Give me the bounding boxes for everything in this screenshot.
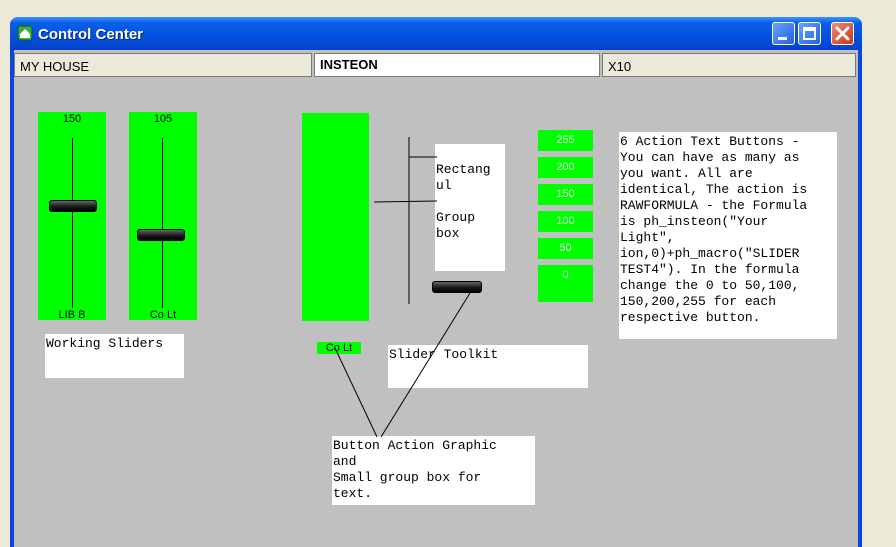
client-area: MY HOUSE INSTEON X10 150 LIB B 105 Co Lt… xyxy=(14,50,858,547)
action-button-255[interactable]: 255 xyxy=(538,130,593,151)
title-bar[interactable]: Control Center xyxy=(10,17,862,50)
action-button-0[interactable]: 0 xyxy=(538,265,593,302)
house-icon xyxy=(17,25,33,41)
maximize-button[interactable] xyxy=(798,22,821,45)
note-action-text: 6 Action Text Buttons - You can have as … xyxy=(619,132,837,339)
action-button-150[interactable]: 150 xyxy=(538,184,593,205)
minimize-icon xyxy=(778,37,787,40)
action-button-100[interactable]: 100 xyxy=(538,211,593,232)
action-button-200[interactable]: 200 xyxy=(538,157,593,178)
minimize-button[interactable] xyxy=(772,22,795,45)
maximize-icon xyxy=(803,27,816,40)
close-icon xyxy=(835,26,850,41)
close-button[interactable] xyxy=(831,22,854,45)
app-window: Control Center MY HOUSE INSTEON X10 150 … xyxy=(10,17,862,547)
action-button-50[interactable]: 50 xyxy=(538,238,593,259)
window-title: Control Center xyxy=(38,26,143,43)
